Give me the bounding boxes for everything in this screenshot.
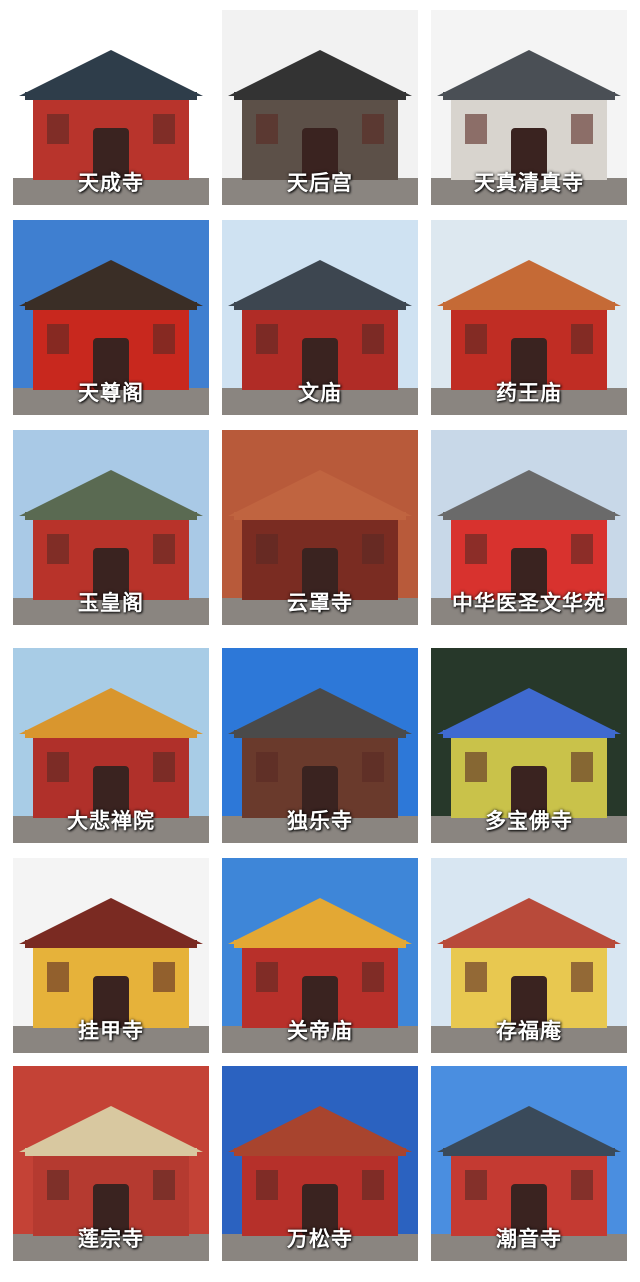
- photo-caption: 玉皇阁: [78, 591, 144, 615]
- temple-window: [465, 324, 487, 354]
- temple-window: [47, 534, 69, 564]
- temple-window: [362, 962, 384, 992]
- roof-eave: [234, 92, 406, 100]
- photo-caption: 潮音寺: [496, 1227, 562, 1251]
- photo-caption: 天后宫: [287, 171, 353, 195]
- roof-eave: [443, 1148, 615, 1156]
- temple-window: [256, 324, 278, 354]
- photo-caption: 莲宗寺: [78, 1227, 144, 1251]
- photo-caption: 中华医圣文华苑: [452, 591, 606, 615]
- photo-caption: 天真清真寺: [474, 171, 584, 195]
- temple-window: [465, 1170, 487, 1200]
- photo-tile: 文庙: [222, 220, 418, 415]
- temple-window: [47, 324, 69, 354]
- photo-caption: 天尊阁: [78, 381, 144, 405]
- temple-window: [47, 962, 69, 992]
- temple-window: [47, 1170, 69, 1200]
- temple-window: [256, 752, 278, 782]
- roof-eave: [25, 302, 197, 310]
- temple-window: [47, 114, 69, 144]
- photo-tile: 药王庙: [431, 220, 627, 415]
- photo-caption: 多宝佛寺: [485, 809, 573, 833]
- photo-caption: 天成寺: [78, 171, 144, 195]
- temple-window: [571, 114, 593, 144]
- photo-tile: 天真清真寺: [431, 10, 627, 205]
- photo-tile: 莲宗寺: [13, 1066, 209, 1261]
- photo-caption: 存福庵: [496, 1019, 562, 1043]
- temple-window: [571, 752, 593, 782]
- photo-caption: 独乐寺: [287, 809, 353, 833]
- temple-window: [362, 752, 384, 782]
- photo-tile: 万松寺: [222, 1066, 418, 1261]
- temple-window: [465, 114, 487, 144]
- temple-window: [571, 534, 593, 564]
- photo-tile: 天成寺: [13, 10, 209, 205]
- roof-eave: [234, 730, 406, 738]
- temple-photo-grid: 天成寺 天后宫 天真清真寺 天尊阁 文庙 药王庙 玉皇阁 云罩寺 中华医圣文华苑…: [0, 0, 640, 1282]
- photo-caption: 大悲禅院: [67, 809, 155, 833]
- roof-eave: [443, 940, 615, 948]
- temple-window: [47, 752, 69, 782]
- roof-eave: [25, 940, 197, 948]
- temple-window: [256, 534, 278, 564]
- photo-caption: 文庙: [298, 381, 342, 405]
- photo-tile: 大悲禅院: [13, 648, 209, 843]
- temple-window: [362, 534, 384, 564]
- photo-tile: 中华医圣文华苑: [431, 430, 627, 625]
- photo-tile: 关帝庙: [222, 858, 418, 1053]
- photo-tile: 潮音寺: [431, 1066, 627, 1261]
- temple-window: [153, 752, 175, 782]
- photo-tile: 多宝佛寺: [431, 648, 627, 843]
- temple-window: [465, 752, 487, 782]
- temple-window: [465, 534, 487, 564]
- temple-window: [153, 324, 175, 354]
- photo-caption: 挂甲寺: [78, 1019, 144, 1043]
- roof-eave: [443, 302, 615, 310]
- temple-window: [465, 962, 487, 992]
- temple-window: [571, 962, 593, 992]
- temple-window: [256, 962, 278, 992]
- temple-window: [153, 114, 175, 144]
- temple-window: [256, 1170, 278, 1200]
- photo-tile: 云罩寺: [222, 430, 418, 625]
- roof-eave: [443, 512, 615, 520]
- photo-caption: 万松寺: [287, 1227, 353, 1251]
- roof-eave: [234, 512, 406, 520]
- photo-tile: 天后宫: [222, 10, 418, 205]
- temple-window: [153, 962, 175, 992]
- roof-eave: [25, 512, 197, 520]
- temple-window: [153, 534, 175, 564]
- roof-eave: [25, 92, 197, 100]
- photo-tile: 存福庵: [431, 858, 627, 1053]
- photo-caption: 云罩寺: [287, 591, 353, 615]
- roof-eave: [443, 730, 615, 738]
- roof-eave: [234, 1148, 406, 1156]
- roof-eave: [443, 92, 615, 100]
- photo-tile: 天尊阁: [13, 220, 209, 415]
- photo-caption: 药王庙: [496, 381, 562, 405]
- temple-window: [571, 324, 593, 354]
- temple-window: [362, 324, 384, 354]
- temple-window: [362, 114, 384, 144]
- roof-eave: [25, 730, 197, 738]
- photo-tile: 玉皇阁: [13, 430, 209, 625]
- roof-eave: [234, 940, 406, 948]
- roof-eave: [234, 302, 406, 310]
- photo-caption: 关帝庙: [287, 1019, 353, 1043]
- temple-window: [256, 114, 278, 144]
- temple-window: [153, 1170, 175, 1200]
- roof-eave: [25, 1148, 197, 1156]
- photo-tile: 独乐寺: [222, 648, 418, 843]
- photo-tile: 挂甲寺: [13, 858, 209, 1053]
- temple-window: [571, 1170, 593, 1200]
- temple-window: [362, 1170, 384, 1200]
